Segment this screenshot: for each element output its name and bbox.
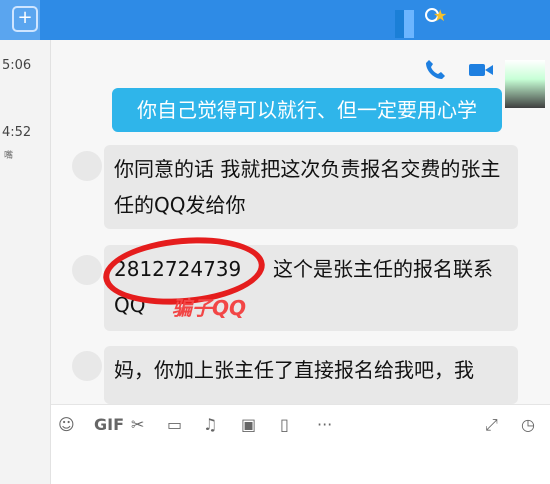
- topbar-blurred-block: [404, 10, 414, 38]
- conversation-snippet: 嘴: [4, 151, 14, 161]
- avatar: [72, 351, 102, 381]
- incoming-message-bubble: 妈，你加上张主任了直接报名给我吧，我: [104, 346, 518, 404]
- star-icon: ★: [433, 6, 448, 25]
- video-svg: [469, 64, 493, 76]
- music-icon[interactable]: ♫: [203, 415, 217, 434]
- gif-button[interactable]: GIF: [94, 415, 124, 434]
- input-area[interactable]: [51, 450, 550, 484]
- scissors-icon[interactable]: ✂: [131, 415, 144, 434]
- conversation-list: 5:06 4:52 嘴: [0, 40, 51, 484]
- plus-button[interactable]: +: [12, 6, 38, 32]
- left-action-area[interactable]: +: [0, 0, 40, 40]
- image-icon[interactable]: ▣: [241, 415, 256, 434]
- emoji-icon[interactable]: ☺: [58, 415, 75, 434]
- conversation-time: 4:52: [2, 125, 32, 140]
- phone-icon[interactable]: [423, 58, 447, 86]
- phone-icon[interactable]: ▯: [280, 415, 289, 434]
- video-icon[interactable]: [467, 58, 495, 86]
- phone-svg: [426, 60, 445, 79]
- avatar: [72, 151, 102, 181]
- top-bar: + ★: [0, 0, 550, 40]
- more-button[interactable]: ···: [317, 415, 332, 434]
- outgoing-message-bubble: 你自己觉得可以就行、但一定要用心学: [112, 88, 502, 132]
- conversation-time: 5:06: [2, 58, 32, 73]
- avatar[interactable]: [505, 60, 545, 108]
- folder-icon[interactable]: ▭: [167, 415, 182, 434]
- incoming-message-bubble: 你同意的话 我就把这次负责报名交费的张主任的QQ发给你: [104, 145, 518, 229]
- clock-icon[interactable]: ◷: [521, 415, 535, 434]
- input-toolbar: ☺ GIF ✂ ▭ ♫ ▣ ▯ ··· ⤢ ◷: [51, 404, 550, 451]
- avatar: [72, 255, 102, 285]
- scam-label: 骗子QQ: [172, 296, 247, 320]
- expand-icon[interactable]: ⤢: [485, 415, 498, 435]
